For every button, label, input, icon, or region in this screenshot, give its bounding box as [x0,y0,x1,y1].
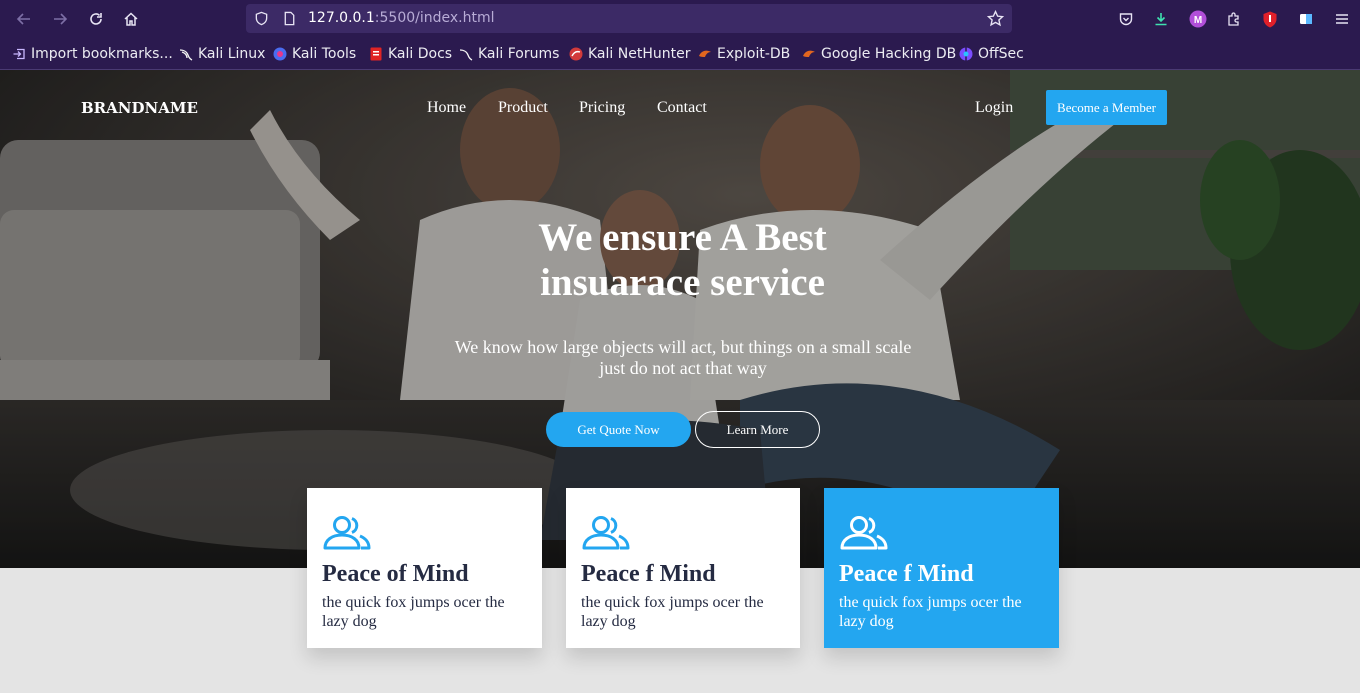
forward-button[interactable] [48,7,72,31]
feature-title: Peace of Mind [322,561,469,587]
bookmark-label: Kali Tools [292,46,357,62]
bookmark-label: Kali Forums [478,46,560,62]
ublock-icon[interactable] [1259,8,1281,30]
sidebar-icon[interactable] [1295,8,1317,30]
shield-icon[interactable] [254,11,269,26]
bookmark-kali-linux[interactable]: Kali Linux [179,44,265,64]
bookmark-star-icon[interactable] [987,10,1004,27]
feature-card[interactable]: Peace of Mind the quick fox jumps ocer t… [307,488,542,648]
bookmark-offsec[interactable]: OffSec [959,44,1024,64]
bookmark-label: Kali NetHunter [588,46,691,62]
bookmark-label: Exploit-DB [717,46,791,62]
brand-logo[interactable]: BRANDNAME [81,99,198,117]
nav-pricing[interactable]: Pricing [579,99,625,117]
kali-tools-icon [273,47,287,61]
home-button[interactable] [119,7,143,31]
bookmark-google-hacking-db[interactable]: Google Hacking DB [802,44,956,64]
bookmark-import[interactable]: Import bookmarks... [12,44,173,64]
learn-more-button[interactable]: Learn More [695,411,820,448]
exploit-db-icon [699,50,711,57]
nav-contact[interactable]: Contact [657,99,707,117]
nethunter-icon [569,47,583,61]
forward-arrow-icon [54,13,68,25]
feature-title: Peace f Mind [839,561,974,587]
page-info-icon[interactable] [282,11,297,26]
bookmark-kali-tools[interactable]: Kali Tools [273,44,356,64]
kali-dragon-icon [179,49,193,61]
feature-text: the quick fox jumps ocer the lazy dog [322,594,505,630]
users-icon [840,516,888,550]
import-icon [13,48,25,60]
bookmark-label: Google Hacking DB [821,46,957,62]
hero-title-line1: We ensure A Best [538,216,827,259]
home-icon [124,12,138,26]
back-arrow-icon [16,13,30,25]
feature-card-active[interactable]: Peace f Mind the quick fox jumps ocer th… [824,488,1059,648]
downloads-icon[interactable] [1150,8,1172,30]
feature-text: the quick fox jumps ocer the lazy dog [581,594,764,630]
become-member-button[interactable]: Become a Member [1046,90,1167,125]
bookmark-kali-docs[interactable]: Kali Docs [369,44,452,64]
bookmark-label: Import bookmarks... [31,46,173,62]
bookmark-kali-forums[interactable]: Kali Forums [459,44,559,64]
hero-subtitle: We know how large objects will act, but … [454,337,912,378]
users-icon [323,516,371,550]
ghdb-icon [803,50,815,57]
url-path: :5500/index.html [374,10,495,26]
browser-toolbar: 127.0.0.1:5500/index.html M [0,0,1360,37]
bookmark-label: OffSec [978,46,1024,62]
extensions-icon[interactable] [1223,8,1245,30]
feature-text: the quick fox jumps ocer the lazy dog [839,594,1022,630]
hero-title-line2: insuarace service [540,261,825,304]
nav-product[interactable]: Product [498,99,548,117]
reload-icon [90,13,102,25]
hero-title: We ensure A Best insuarace service [480,215,885,305]
svg-text:M: M [1194,15,1202,26]
kali-docs-icon [370,47,382,61]
feature-title: Peace f Mind [581,561,716,587]
nav-home[interactable]: Home [427,99,466,117]
offsec-icon [959,47,973,61]
back-button[interactable] [12,7,36,31]
url-text: 127.0.0.1:5500/index.html [308,10,495,26]
menu-icon[interactable] [1331,8,1353,30]
url-host: 127.0.0.1 [308,10,375,26]
reload-button[interactable] [84,7,108,31]
get-quote-button[interactable]: Get Quote Now [546,412,691,447]
bookmark-kali-nethunter[interactable]: Kali NetHunter [569,44,690,64]
login-link[interactable]: Login [975,99,1013,117]
pocket-icon[interactable] [1115,8,1137,30]
feature-card[interactable]: Peace f Mind the quick fox jumps ocer th… [566,488,800,648]
bookmark-exploit-db[interactable]: Exploit-DB [698,44,790,64]
bookmark-label: Kali Docs [388,46,453,62]
url-bar[interactable]: 127.0.0.1:5500/index.html [246,4,1012,33]
users-icon [582,516,630,550]
account-avatar-icon[interactable]: M [1187,8,1209,30]
bookmarks-bar: Import bookmarks... Kali Linux Kali Tool… [0,37,1360,70]
bookmark-label: Kali Linux [198,46,266,62]
kali-forums-icon [459,49,473,61]
